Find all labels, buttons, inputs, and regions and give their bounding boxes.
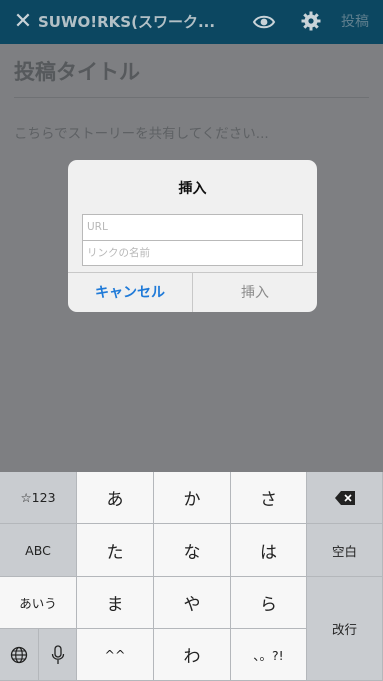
key-sa[interactable]: さ — [231, 472, 307, 524]
key-wa[interactable]: わ — [154, 629, 231, 681]
keyboard: ☆123 ABC あいう あ か さ た な は ま や ら ^^ わ 、。?! — [0, 472, 383, 681]
key-ka[interactable]: か — [154, 472, 231, 524]
eye-icon[interactable] — [252, 11, 276, 33]
key-ta[interactable]: た — [77, 524, 154, 577]
globe-icon[interactable] — [0, 629, 39, 681]
post-button[interactable]: 投稿 — [341, 0, 369, 44]
title-divider — [14, 97, 369, 98]
key-ra[interactable]: ら — [231, 577, 307, 629]
post-title-input[interactable]: 投稿タイトル — [14, 56, 140, 86]
gear-icon[interactable] — [300, 10, 322, 32]
key-return[interactable]: 改行 — [307, 577, 383, 681]
cancel-button[interactable]: キャンセル — [68, 273, 193, 312]
close-icon[interactable]: ✕ — [10, 9, 36, 35]
url-input[interactable]: URL — [82, 214, 303, 240]
backspace-icon-svg — [334, 490, 355, 505]
link-name-input[interactable]: リンクの名前 — [82, 240, 303, 266]
key-na[interactable]: な — [154, 524, 231, 577]
backspace-icon[interactable] — [307, 472, 383, 524]
key-symbols[interactable]: ☆123 — [0, 472, 77, 524]
key-kana[interactable]: あいう — [0, 577, 77, 629]
microphone-icon[interactable] — [39, 629, 77, 681]
key-ya[interactable]: や — [154, 577, 231, 629]
dialog-buttons: キャンセル 挿入 — [68, 272, 317, 312]
key-punctuation[interactable]: 、。?! — [231, 629, 307, 681]
top-bar: ✕ SUWO!RKS(スワーク... 投稿 — [0, 0, 383, 44]
insert-link-dialog: 挿入 URL リンクの名前 キャンセル 挿入 — [68, 160, 317, 312]
insert-button[interactable]: 挿入 — [193, 273, 317, 312]
key-ma[interactable]: ま — [77, 577, 154, 629]
key-a[interactable]: あ — [77, 472, 154, 524]
key-space[interactable]: 空白 — [307, 524, 383, 577]
key-abc[interactable]: ABC — [0, 524, 77, 577]
key-ha[interactable]: は — [231, 524, 307, 577]
post-body-input[interactable]: こちらでストーリーを共有してください... — [14, 122, 269, 142]
app-title: SUWO!RKS(スワーク... — [38, 13, 216, 31]
microphone-icon-svg — [51, 644, 64, 664]
globe-icon-svg — [10, 646, 28, 663]
dialog-title: 挿入 — [178, 181, 207, 197]
key-emoticon[interactable]: ^^ — [77, 629, 154, 681]
